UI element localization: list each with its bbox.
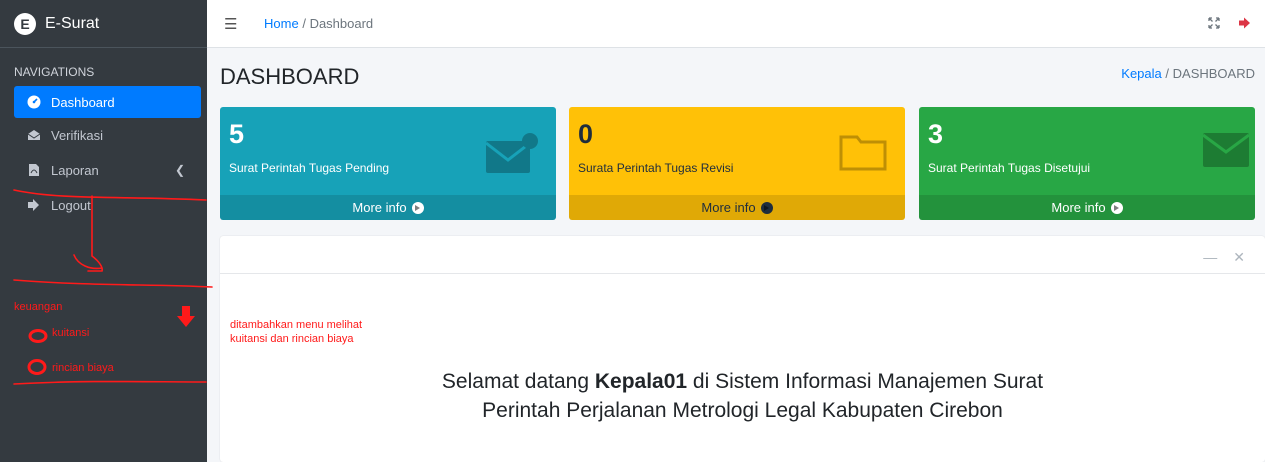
sidebar-item-label: Dashboard (51, 94, 115, 110)
welcome-message: Selamat datang Kepala01 di Sistem Inform… (220, 367, 1265, 425)
more-info-link[interactable]: More info (569, 195, 905, 220)
sidebar: E E-Surat NAVIGATIONS Dashboard Verifika… (0, 0, 207, 462)
more-info-label: More info (352, 200, 407, 215)
stat-count: 3 (928, 119, 944, 149)
annotation-note-line-2: kuitansi dan rincian biaya (230, 333, 354, 345)
card-header: — ✕ (220, 236, 1265, 274)
welcome-username: Kepala01 (594, 370, 688, 393)
page-breadcrumb-current: DASHBOARD (1172, 66, 1255, 81)
brand-name: E-Surat (45, 14, 100, 32)
more-info-label: More info (1051, 200, 1106, 215)
breadcrumb-current: Dashboard (309, 16, 374, 31)
chevron-left-icon: ❮ (174, 163, 185, 177)
sidebar-item-dashboard[interactable]: Dashboard (14, 86, 201, 118)
stat-label: Surat Perintah Tugas Disetujui (928, 161, 1091, 175)
stat-box-disetujui: 3 Surat Perintah Tugas Disetujui More in… (919, 107, 1255, 220)
top-navbar: ☰ Home / Dashboard (207, 0, 1265, 48)
page-breadcrumb-link[interactable]: Kepala (1121, 66, 1161, 81)
annotation-note-line-1: ditambahkan menu melihat (230, 319, 363, 331)
page-title: DASHBOARD (220, 64, 360, 89)
sidebar-item-verifikasi[interactable]: Verifikasi (14, 119, 201, 151)
sidebar-item-label: Logout (51, 197, 91, 213)
sidebar-item-logout[interactable]: Logout (14, 189, 201, 221)
annotation-note: ditambahkan menu melihat kuitansi dan ri… (230, 318, 362, 346)
stat-label: Surat Perintah Tugas Pending (229, 161, 390, 175)
page-breadcrumb: Kepala / DASHBOARD (1121, 66, 1255, 81)
brand-logo: E (14, 12, 36, 35)
collapse-icon[interactable]: — (1203, 249, 1217, 266)
menu-toggle-icon[interactable]: ☰ (224, 15, 240, 33)
dashboard-icon (27, 95, 41, 109)
stat-count: 5 (229, 119, 245, 149)
breadcrumb-home-link[interactable]: Home (264, 16, 299, 31)
close-icon[interactable]: ✕ (1233, 249, 1245, 266)
stat-box-revisi: 0 Surata Perintah Tugas Revisi More info (569, 107, 905, 220)
file-pdf-icon (27, 163, 41, 177)
stat-box-pending: 5 Surat Perintah Tugas Pending More info (220, 107, 556, 220)
welcome-line-2: Perintah Perjalanan Metrologi Legal Kabu… (482, 399, 1003, 422)
fullscreen-icon[interactable] (1208, 16, 1220, 34)
breadcrumb: Home / Dashboard (264, 16, 373, 31)
welcome-prefix: Selamat datang (441, 370, 595, 393)
arrow-circle-right-icon (411, 201, 424, 214)
welcome-suffix: di Sistem Informasi Manajemen Surat (687, 370, 1044, 393)
more-info-link[interactable]: More info (919, 195, 1255, 220)
more-info-label: More info (701, 200, 756, 215)
sidebar-item-label: Laporan (51, 162, 99, 178)
annotation-menu-keuangan: keuangan (14, 301, 63, 313)
envelope-open-icon (27, 128, 41, 142)
page-breadcrumb-separator: / (1165, 66, 1170, 81)
annotation-menu-kuitansi: kuitansi (52, 327, 90, 339)
annotation-menu-rincian-biaya: rincian biaya (52, 362, 114, 374)
logout-icon[interactable] (1238, 16, 1251, 34)
folder-icon (839, 133, 887, 176)
envelope-badge-icon (485, 133, 538, 180)
stat-count: 0 (578, 119, 594, 149)
breadcrumb-separator: / (302, 16, 306, 31)
sidebar-item-laporan[interactable]: Laporan ❮ (14, 154, 201, 186)
brand-link[interactable]: E E-Surat (0, 0, 207, 48)
stat-label: Surata Perintah Tugas Revisi (578, 161, 734, 175)
sign-out-icon (27, 198, 41, 212)
welcome-card: — ✕ ditambahkan menu melihat kuitansi da… (220, 236, 1265, 462)
arrow-circle-right-icon (1110, 201, 1123, 214)
arrow-circle-right-icon (760, 201, 773, 214)
more-info-link[interactable]: More info (220, 195, 556, 220)
envelope-icon (1202, 133, 1250, 172)
sidebar-item-label: Verifikasi (51, 127, 104, 143)
